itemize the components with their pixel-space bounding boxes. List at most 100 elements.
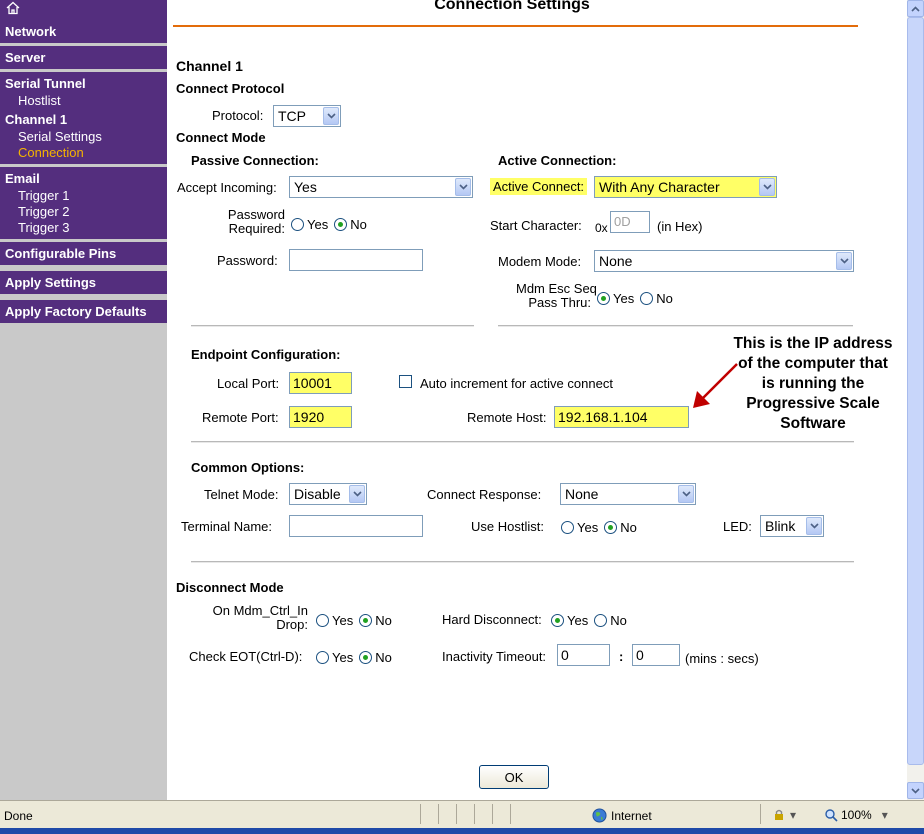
annotation-arrow-icon	[693, 363, 738, 408]
led-label: LED:	[723, 519, 752, 534]
accept-incoming-select[interactable]: Yes	[289, 176, 473, 198]
local-port-field[interactable]: 10001	[289, 372, 352, 394]
passive-connection-heading: Passive Connection:	[191, 153, 319, 168]
mdm-esc-no-radio[interactable]	[640, 292, 654, 305]
terminal-name-field[interactable]	[289, 515, 423, 537]
sidebar-item-hostlist[interactable]: Hostlist	[0, 93, 167, 109]
common-options-heading: Common Options:	[191, 460, 305, 475]
vertical-scrollbar[interactable]	[907, 0, 924, 800]
use-hostlist-no-radio[interactable]	[604, 521, 618, 534]
use-hostlist-yes-radio[interactable]	[561, 521, 574, 534]
inactivity-timeout-label: Inactivity Timeout:	[442, 649, 547, 664]
telnet-mode-label: Telnet Mode:	[204, 487, 279, 502]
browser-status-bar: Done Internet ▾ 100% ▾	[0, 800, 924, 834]
connection-settings-form: Connection Settings Channel 1 Connect Pr…	[167, 0, 907, 800]
mdm-ctrl-yes-radio[interactable]	[316, 614, 329, 627]
sidebar-item-trigger-2[interactable]: Trigger 2	[0, 204, 167, 220]
sidebar-item-serial-tunnel[interactable]: Serial Tunnel	[0, 74, 167, 93]
inactivity-mins-field[interactable]: 0	[557, 644, 610, 666]
password-required-yes-radio[interactable]	[291, 218, 304, 231]
led-select[interactable]: Blink	[760, 515, 824, 537]
auto-increment-checkbox[interactable]	[399, 375, 412, 388]
active-connection-heading: Active Connection:	[498, 153, 617, 168]
inactivity-unit: (mins : secs)	[685, 651, 759, 666]
mdm-ctrl-in-drop-label: On Mdm_Ctrl_In Drop:	[212, 603, 308, 632]
check-eot-yes-radio[interactable]	[316, 651, 329, 664]
telnet-mode-select[interactable]: Disable	[289, 483, 367, 505]
password-required-radios: Yes No	[287, 217, 367, 232]
zoom-button[interactable]: 100% ▾	[824, 808, 888, 822]
ok-button[interactable]: OK	[479, 765, 549, 789]
scroll-down-button[interactable]	[907, 782, 924, 799]
connect-response-select[interactable]: None	[560, 483, 696, 505]
terminal-name-label: Terminal Name:	[181, 519, 273, 534]
chevron-up-icon	[911, 5, 920, 12]
inactivity-secs-field[interactable]: 0	[632, 644, 680, 666]
connect-response-label: Connect Response:	[427, 487, 542, 502]
chevron-down-icon	[839, 258, 849, 264]
start-character-prefix: 0x	[595, 221, 608, 235]
channel-heading: Channel 1	[176, 58, 243, 74]
chevron-down-icon	[809, 523, 819, 529]
mdm-esc-seq-label: Mdm Esc Seq Pass Thru:	[516, 281, 597, 310]
sidebar-item-email[interactable]: Email	[0, 169, 167, 188]
chevron-down-icon	[762, 184, 772, 190]
hard-disconnect-no-radio[interactable]	[594, 614, 608, 627]
connect-mode-heading: Connect Mode	[176, 130, 266, 145]
accept-incoming-label: Accept Incoming:	[177, 180, 277, 195]
mdm-ctrl-no-radio[interactable]	[359, 614, 373, 627]
use-hostlist-radios: Yes No	[557, 520, 637, 535]
password-required-no-radio[interactable]	[334, 218, 348, 231]
start-character-field[interactable]: 0D	[610, 211, 650, 233]
modem-mode-select[interactable]: None	[594, 250, 854, 272]
protected-mode-button[interactable]: ▾	[772, 808, 796, 822]
sidebar-item-configurable-pins[interactable]: Configurable Pins	[0, 244, 167, 263]
sidebar-item-apply-factory-defaults[interactable]: Apply Factory Defaults	[0, 302, 167, 321]
mdm-esc-yes-radio[interactable]	[597, 292, 610, 305]
check-eot-no-radio[interactable]	[359, 651, 373, 664]
inactivity-separator: :	[619, 649, 624, 664]
protocol-label: Protocol:	[212, 108, 264, 123]
remote-port-label: Remote Port:	[202, 410, 279, 425]
sidebar-item-serial-settings[interactable]: Serial Settings	[0, 129, 167, 145]
endpoint-configuration-heading: Endpoint Configuration:	[191, 347, 341, 362]
hard-disconnect-radios: Yes No	[547, 613, 627, 628]
hard-disconnect-yes-radio[interactable]	[551, 614, 564, 627]
sidebar-item-channel-1[interactable]: Channel 1	[0, 109, 167, 129]
sidebar-item-server[interactable]: Server	[0, 48, 167, 67]
local-port-label: Local Port:	[217, 376, 280, 391]
section-divider	[191, 325, 474, 327]
security-zone: Internet	[592, 808, 652, 823]
sidebar-item-connection[interactable]: Connection	[0, 145, 167, 161]
remote-port-field[interactable]: 1920	[289, 406, 352, 428]
password-label: Password:	[217, 253, 278, 268]
scroll-up-button[interactable]	[907, 0, 924, 17]
mdm-esc-radios: Yes No	[593, 291, 673, 306]
sidebar-item-trigger-1[interactable]: Trigger 1	[0, 188, 167, 204]
remote-host-field[interactable]: 192.168.1.104	[554, 406, 689, 428]
chevron-down-icon	[352, 491, 362, 497]
connect-protocol-heading: Connect Protocol	[176, 81, 285, 96]
check-eot-radios: Yes No	[312, 650, 392, 665]
sidebar-item-network[interactable]: Network	[0, 22, 167, 41]
zoom-level: 100%	[841, 808, 872, 822]
title-divider	[173, 25, 858, 27]
mdm-ctrl-radios: Yes No	[312, 613, 392, 628]
globe-icon	[592, 808, 607, 823]
taskbar-edge	[0, 828, 924, 834]
active-connect-label: Active Connect:	[490, 178, 588, 195]
sidebar-item-apply-settings[interactable]: Apply Settings	[0, 273, 167, 292]
section-divider	[191, 561, 854, 563]
start-character-label: Start Character:	[490, 218, 582, 233]
disconnect-mode-heading: Disconnect Mode	[176, 580, 284, 595]
page-title: Connection Settings	[434, 0, 590, 13]
active-connect-select[interactable]: With Any Character	[594, 176, 777, 198]
scroll-thumb[interactable]	[907, 17, 924, 765]
section-divider	[191, 441, 854, 443]
password-field[interactable]	[289, 249, 423, 271]
password-required-label: Password Required:	[227, 207, 285, 236]
lock-icon	[775, 809, 783, 820]
protocol-select[interactable]: TCP	[273, 105, 341, 127]
home-link[interactable]	[0, 0, 167, 20]
sidebar-item-trigger-3[interactable]: Trigger 3	[0, 220, 167, 236]
